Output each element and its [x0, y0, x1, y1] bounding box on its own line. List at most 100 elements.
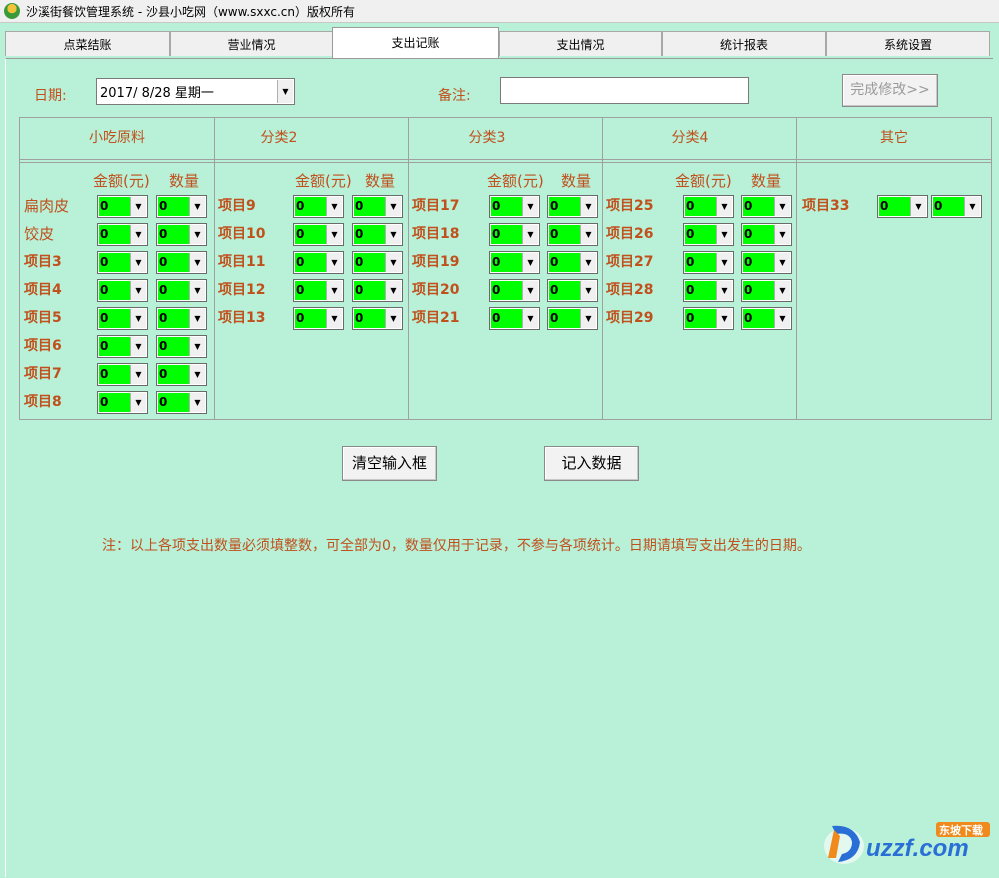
quantity-dropdown[interactable]: 0 ▼: [352, 307, 403, 330]
chevron-down-icon[interactable]: ▼: [716, 225, 732, 244]
record-data-button[interactable]: 记入数据: [544, 446, 639, 481]
quantity-dropdown[interactable]: 0 ▼: [741, 307, 792, 330]
quantity-dropdown[interactable]: 0 ▼: [352, 279, 403, 302]
quantity-dropdown[interactable]: 0 ▼: [156, 279, 207, 302]
chevron-down-icon[interactable]: ▼: [385, 225, 401, 244]
amount-dropdown[interactable]: 0 ▼: [293, 279, 344, 302]
chevron-down-icon[interactable]: ▼: [130, 365, 146, 384]
chevron-down-icon[interactable]: ▼: [130, 337, 146, 356]
chevron-down-icon[interactable]: ▼: [716, 309, 732, 328]
chevron-down-icon[interactable]: ▼: [774, 309, 790, 328]
amount-dropdown[interactable]: 0 ▼: [683, 279, 734, 302]
chevron-down-icon[interactable]: ▼: [522, 225, 538, 244]
chevron-down-icon[interactable]: ▼: [580, 225, 596, 244]
chevron-down-icon[interactable]: ▼: [774, 281, 790, 300]
quantity-dropdown[interactable]: 0 ▼: [547, 195, 598, 218]
chevron-down-icon[interactable]: ▼: [964, 197, 980, 216]
chevron-down-icon[interactable]: ▼: [189, 365, 205, 384]
amount-dropdown[interactable]: 0 ▼: [489, 279, 540, 302]
chevron-down-icon[interactable]: ▼: [580, 309, 596, 328]
chevron-down-icon[interactable]: ▼: [326, 197, 342, 216]
note-input[interactable]: [500, 77, 749, 104]
chevron-down-icon[interactable]: ▼: [716, 253, 732, 272]
quantity-dropdown[interactable]: 0 ▼: [741, 195, 792, 218]
chevron-down-icon[interactable]: ▼: [130, 225, 146, 244]
complete-edit-button[interactable]: 完成修改>>: [842, 74, 938, 107]
tab-system-settings[interactable]: 系统设置: [826, 31, 990, 56]
chevron-down-icon[interactable]: ▼: [130, 393, 146, 412]
chevron-down-icon[interactable]: ▼: [522, 309, 538, 328]
quantity-dropdown[interactable]: 0 ▼: [156, 251, 207, 274]
chevron-down-icon[interactable]: ▼: [522, 253, 538, 272]
amount-dropdown[interactable]: 0 ▼: [293, 223, 344, 246]
quantity-dropdown[interactable]: 0 ▼: [156, 195, 207, 218]
amount-dropdown[interactable]: 0 ▼: [293, 195, 344, 218]
quantity-dropdown[interactable]: 0 ▼: [741, 251, 792, 274]
chevron-down-icon[interactable]: ▼: [189, 197, 205, 216]
tab-order-checkout[interactable]: 点菜结账: [5, 31, 170, 56]
amount-dropdown[interactable]: 0 ▼: [97, 251, 148, 274]
chevron-down-icon[interactable]: ▼: [189, 281, 205, 300]
clear-inputs-button[interactable]: 清空输入框: [342, 446, 437, 481]
quantity-dropdown[interactable]: 0 ▼: [547, 279, 598, 302]
date-picker[interactable]: 2017/ 8/28 星期一 ▼: [96, 78, 295, 105]
quantity-dropdown[interactable]: 0 ▼: [741, 279, 792, 302]
chevron-down-icon[interactable]: ▼: [774, 197, 790, 216]
quantity-dropdown[interactable]: 0 ▼: [352, 195, 403, 218]
chevron-down-icon[interactable]: ▼: [130, 253, 146, 272]
chevron-down-icon[interactable]: ▼: [774, 253, 790, 272]
quantity-dropdown[interactable]: 0 ▼: [156, 363, 207, 386]
amount-dropdown[interactable]: 0 ▼: [489, 223, 540, 246]
amount-dropdown[interactable]: 0 ▼: [489, 307, 540, 330]
amount-dropdown[interactable]: 0 ▼: [489, 195, 540, 218]
amount-dropdown[interactable]: 0 ▼: [683, 195, 734, 218]
quantity-dropdown[interactable]: 0 ▼: [156, 307, 207, 330]
chevron-down-icon[interactable]: ▼: [580, 253, 596, 272]
chevron-down-icon[interactable]: ▼: [385, 309, 401, 328]
amount-dropdown[interactable]: 0 ▼: [293, 307, 344, 330]
chevron-down-icon[interactable]: ▼: [385, 281, 401, 300]
chevron-down-icon[interactable]: ▼: [277, 80, 293, 103]
chevron-down-icon[interactable]: ▼: [326, 309, 342, 328]
chevron-down-icon[interactable]: ▼: [189, 253, 205, 272]
amount-dropdown[interactable]: 0 ▼: [683, 223, 734, 246]
amount-dropdown[interactable]: 0 ▼: [97, 307, 148, 330]
chevron-down-icon[interactable]: ▼: [130, 197, 146, 216]
chevron-down-icon[interactable]: ▼: [385, 197, 401, 216]
amount-dropdown[interactable]: 0 ▼: [293, 251, 344, 274]
chevron-down-icon[interactable]: ▼: [326, 281, 342, 300]
amount-dropdown[interactable]: 0 ▼: [97, 391, 148, 414]
amount-dropdown[interactable]: 0 ▼: [489, 251, 540, 274]
chevron-down-icon[interactable]: ▼: [774, 225, 790, 244]
amount-dropdown[interactable]: 0 ▼: [97, 279, 148, 302]
chevron-down-icon[interactable]: ▼: [326, 253, 342, 272]
quantity-dropdown[interactable]: 0 ▼: [931, 195, 982, 218]
amount-dropdown[interactable]: 0 ▼: [683, 307, 734, 330]
amount-dropdown[interactable]: 0 ▼: [683, 251, 734, 274]
chevron-down-icon[interactable]: ▼: [189, 393, 205, 412]
chevron-down-icon[interactable]: ▼: [580, 197, 596, 216]
chevron-down-icon[interactable]: ▼: [385, 253, 401, 272]
tab-expense-entry[interactable]: 支出记账: [332, 27, 499, 58]
chevron-down-icon[interactable]: ▼: [580, 281, 596, 300]
amount-dropdown[interactable]: 0 ▼: [97, 335, 148, 358]
tab-statistics-report[interactable]: 统计报表: [662, 31, 826, 56]
chevron-down-icon[interactable]: ▼: [522, 281, 538, 300]
chevron-down-icon[interactable]: ▼: [522, 197, 538, 216]
quantity-dropdown[interactable]: 0 ▼: [741, 223, 792, 246]
quantity-dropdown[interactable]: 0 ▼: [352, 223, 403, 246]
tab-business-status[interactable]: 营业情况: [170, 31, 333, 56]
quantity-dropdown[interactable]: 0 ▼: [156, 391, 207, 414]
amount-dropdown[interactable]: 0 ▼: [97, 363, 148, 386]
tab-expense-status[interactable]: 支出情况: [499, 31, 662, 56]
amount-dropdown[interactable]: 0 ▼: [877, 195, 928, 218]
quantity-dropdown[interactable]: 0 ▼: [352, 251, 403, 274]
quantity-dropdown[interactable]: 0 ▼: [547, 223, 598, 246]
quantity-dropdown[interactable]: 0 ▼: [156, 223, 207, 246]
amount-dropdown[interactable]: 0 ▼: [97, 223, 148, 246]
chevron-down-icon[interactable]: ▼: [716, 281, 732, 300]
amount-dropdown[interactable]: 0 ▼: [97, 195, 148, 218]
chevron-down-icon[interactable]: ▼: [716, 197, 732, 216]
chevron-down-icon[interactable]: ▼: [189, 309, 205, 328]
chevron-down-icon[interactable]: ▼: [130, 309, 146, 328]
